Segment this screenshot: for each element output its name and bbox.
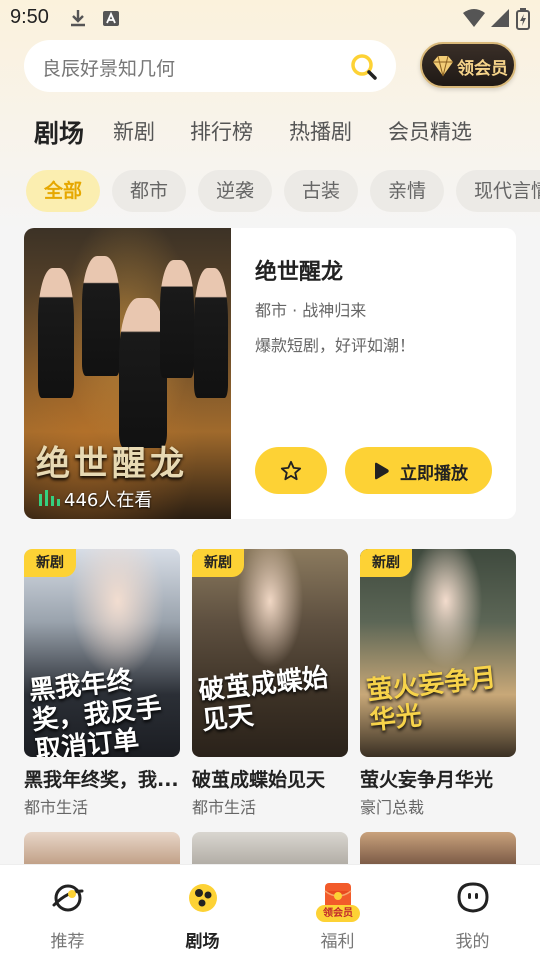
thumbnail-title: 黑我年终奖，我反手取消订单 <box>27 665 164 757</box>
nav-label: 我的 <box>455 932 490 952</box>
chip-comeback[interactable]: 逆袭 <box>198 170 272 212</box>
drama-category: 豪门总裁 <box>360 798 425 817</box>
play-now-label: 立即播放 <box>400 464 468 484</box>
bottom-navigation: 推荐 剧场 领会员 福利 我的 <box>0 864 540 960</box>
drama-card[interactable]: 新剧 萤火妄争月华光 萤火妄争月华光 豪门总裁 <box>360 549 516 818</box>
playing-bars-icon <box>39 490 60 506</box>
signal-icon <box>491 9 509 27</box>
vip-button[interactable]: 领会员 <box>420 42 516 88</box>
search-placeholder: 良辰好景知几何 <box>42 58 176 80</box>
drama-title[interactable]: 黑我年终奖，我... <box>24 765 180 792</box>
play-now-button[interactable]: 立即播放 <box>345 447 492 494</box>
tab-hot[interactable]: 热播剧 <box>289 116 352 146</box>
tab-theater[interactable]: 剧场 <box>34 114 84 150</box>
film-reel-icon <box>188 884 217 912</box>
thumbnail-title: 萤火妄争月华光 <box>365 662 498 737</box>
play-icon <box>375 462 389 480</box>
search-input[interactable]: 良辰好景知几何 <box>24 40 396 92</box>
drama-title[interactable]: 破茧成蝶始见天 <box>192 765 348 792</box>
new-badge: 新剧 <box>360 549 412 577</box>
nav-theater[interactable]: 剧场 <box>135 865 270 960</box>
drama-thumbnail[interactable]: 新剧 破茧成蝶始见天 <box>192 549 348 757</box>
featured-description: 爆款短剧，好评如潮！ <box>255 336 416 355</box>
status-time: 9:50 <box>10 6 49 28</box>
a-box-icon <box>103 11 119 26</box>
favorite-button[interactable] <box>255 447 327 494</box>
diamond-icon <box>433 55 453 77</box>
featured-poster[interactable]: 绝世醒龙 446人在看 <box>24 228 231 519</box>
wifi-icon <box>463 9 485 27</box>
nav-label: 福利 <box>320 932 355 952</box>
vip-badge: 领会员 <box>316 905 360 922</box>
nav-mine[interactable]: 我的 <box>405 865 540 960</box>
new-badge: 新剧 <box>192 549 244 577</box>
nav-welfare[interactable]: 领会员 福利 <box>270 865 405 960</box>
drama-title[interactable]: 萤火妄争月华光 <box>360 765 516 792</box>
planet-icon <box>52 884 83 912</box>
chip-family[interactable]: 亲情 <box>370 170 444 212</box>
status-bar: 9:50 <box>0 0 540 36</box>
drama-thumbnail[interactable]: 新剧 萤火妄争月华光 <box>360 549 516 757</box>
chip-urban[interactable]: 都市 <box>112 170 186 212</box>
featured-card[interactable]: 绝世醒龙 446人在看 绝世醒龙 都市 · 战神归来 爆款短剧，好评如潮！ 立即… <box>24 228 516 519</box>
viewer-count: 446人在看 <box>64 490 153 511</box>
drama-thumbnail[interactable]: 新剧 黑我年终奖，我反手取消订单 <box>24 549 180 757</box>
battery-icon <box>516 8 530 30</box>
tab-ranking[interactable]: 排行榜 <box>190 116 253 146</box>
featured-poster-title: 绝世醒龙 <box>36 444 188 484</box>
nav-recommend[interactable]: 推荐 <box>0 865 135 960</box>
nav-label: 剧场 <box>185 932 220 952</box>
tab-vip-picks[interactable]: 会员精选 <box>388 116 472 146</box>
genre-filter: 全部 都市 逆袭 古装 亲情 现代言情 <box>0 170 540 214</box>
featured-tags: 都市 · 战神归来 <box>255 301 367 320</box>
search-icon[interactable] <box>350 53 378 81</box>
drama-category: 都市生活 <box>192 798 257 817</box>
chip-all[interactable]: 全部 <box>26 170 100 212</box>
chip-modern-romance[interactable]: 现代言情 <box>456 170 540 212</box>
new-badge: 新剧 <box>24 549 76 577</box>
nav-label: 推荐 <box>50 932 85 952</box>
drama-card[interactable]: 新剧 黑我年终奖，我反手取消订单 黑我年终奖，我... 都市生活 <box>24 549 180 818</box>
thumbnail-title: 破茧成蝶始见天 <box>197 662 330 737</box>
profile-icon <box>456 882 489 913</box>
download-icon <box>71 10 85 27</box>
star-icon <box>280 460 302 481</box>
tab-new[interactable]: 新剧 <box>113 116 155 146</box>
drama-category: 都市生活 <box>24 798 89 817</box>
featured-title[interactable]: 绝世醒龙 <box>255 254 343 286</box>
vip-label: 领会员 <box>457 59 508 79</box>
drama-card[interactable]: 新剧 破茧成蝶始见天 破茧成蝶始见天 都市生活 <box>192 549 348 818</box>
chip-costume[interactable]: 古装 <box>284 170 358 212</box>
